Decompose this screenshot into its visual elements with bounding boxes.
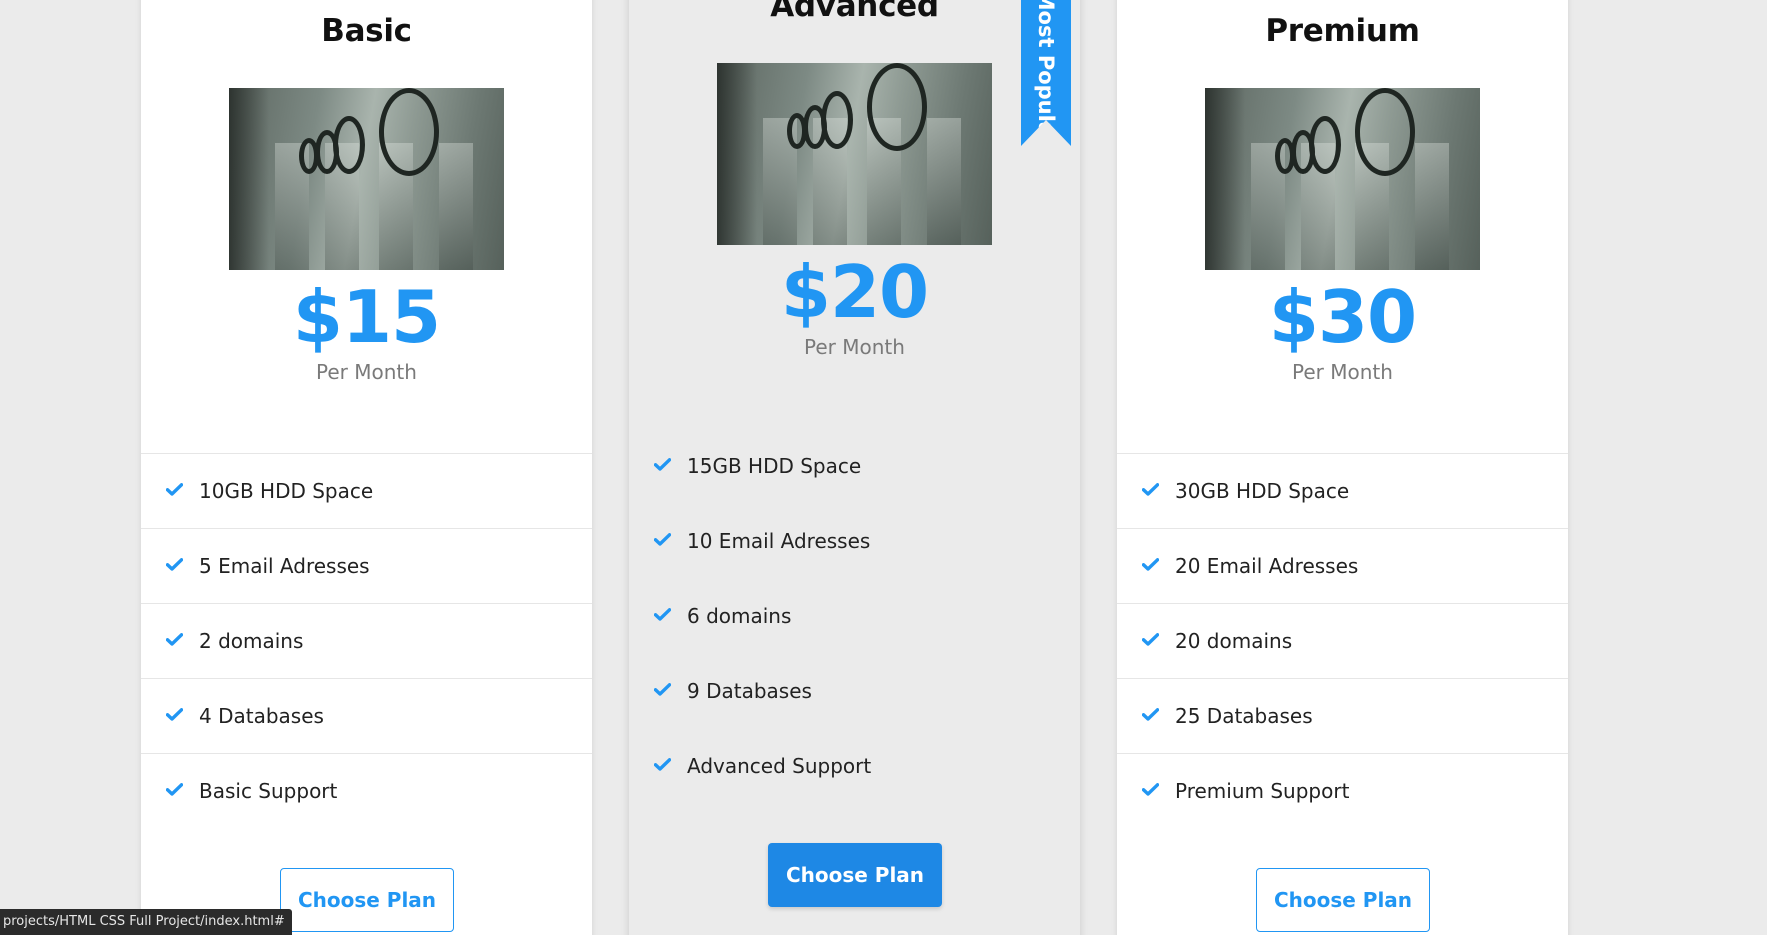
- plan-price: $15: [292, 275, 441, 359]
- feature-label: 10GB HDD Space: [199, 479, 374, 503]
- plan-price: $30: [1268, 275, 1417, 359]
- feature-label: Advanced Support: [687, 753, 872, 778]
- feature-label: Basic Support: [199, 779, 338, 803]
- feature-list: 30GB HDD Space 20 Email Adresses 20 doma…: [1117, 453, 1568, 828]
- status-bar-url: projects/HTML CSS Full Project/index.htm…: [0, 909, 292, 935]
- check-icon: [1142, 783, 1159, 796]
- plan-period: Per Month: [316, 360, 417, 384]
- plan-card-advanced: Most Popular Advanced $20 Per Month 15GB…: [629, 0, 1080, 935]
- pricing-section: Basic $15 Per Month 10GB HDD Space 5 Ema…: [0, 0, 1767, 935]
- feature-item: 30GB HDD Space: [1117, 453, 1568, 528]
- choose-plan-button[interactable]: Choose Plan: [1256, 868, 1430, 932]
- plan-period: Per Month: [804, 335, 905, 359]
- choose-plan-button[interactable]: Choose Plan: [280, 868, 454, 932]
- feature-label: Premium Support: [1175, 779, 1350, 803]
- feature-label: 30GB HDD Space: [1175, 479, 1350, 503]
- feature-item: 15GB HDD Space: [629, 428, 1080, 503]
- feature-item: 9 Databases: [629, 653, 1080, 728]
- feature-item: Basic Support: [141, 753, 592, 828]
- feature-item: 25 Databases: [1117, 678, 1568, 753]
- check-icon: [654, 682, 671, 696]
- plan-image: [1205, 88, 1480, 270]
- feature-label: 9 Databases: [687, 678, 812, 703]
- check-icon: [166, 483, 183, 496]
- check-icon: [1142, 483, 1159, 496]
- plan-card-basic: Basic $15 Per Month 10GB HDD Space 5 Ema…: [141, 0, 592, 935]
- check-icon: [654, 757, 671, 771]
- feature-item: 20 Email Adresses: [1117, 528, 1568, 603]
- plan-title: Basic: [321, 13, 412, 49]
- feature-label: 25 Databases: [1175, 704, 1313, 728]
- check-icon: [166, 783, 183, 796]
- feature-list: 10GB HDD Space 5 Email Adresses 2 domain…: [141, 453, 592, 828]
- feature-label: 15GB HDD Space: [687, 453, 862, 478]
- check-icon: [654, 457, 671, 471]
- feature-item: 2 domains: [141, 603, 592, 678]
- feature-item: Advanced Support: [629, 728, 1080, 803]
- check-icon: [166, 708, 183, 721]
- plan-image: [717, 63, 992, 245]
- feature-list: 15GB HDD Space 10 Email Adresses 6 domai…: [629, 428, 1080, 803]
- feature-label: 10 Email Adresses: [687, 528, 871, 553]
- plan-card-premium: Premium $30 Per Month 30GB HDD Space 20 …: [1117, 0, 1568, 935]
- feature-item: 4 Databases: [141, 678, 592, 753]
- feature-label: 6 domains: [687, 603, 792, 628]
- feature-item: 10 Email Adresses: [629, 503, 1080, 578]
- feature-item: 10GB HDD Space: [141, 453, 592, 528]
- plan-period: Per Month: [1292, 360, 1393, 384]
- feature-label: 5 Email Adresses: [199, 554, 370, 578]
- feature-item: 6 domains: [629, 578, 1080, 653]
- feature-label: 20 Email Adresses: [1175, 554, 1359, 578]
- feature-item: Premium Support: [1117, 753, 1568, 828]
- plan-title: Advanced: [770, 0, 939, 24]
- feature-label: 2 domains: [199, 629, 304, 653]
- check-icon: [166, 558, 183, 571]
- check-icon: [654, 532, 671, 546]
- feature-label: 20 domains: [1175, 629, 1293, 653]
- check-icon: [166, 633, 183, 646]
- plan-title: Premium: [1265, 13, 1420, 49]
- check-icon: [654, 607, 671, 621]
- check-icon: [1142, 558, 1159, 571]
- plan-price: $20: [780, 250, 929, 334]
- feature-label: 4 Databases: [199, 704, 324, 728]
- check-icon: [1142, 708, 1159, 721]
- check-icon: [1142, 633, 1159, 646]
- feature-item: 20 domains: [1117, 603, 1568, 678]
- choose-plan-button[interactable]: Choose Plan: [768, 843, 942, 907]
- feature-item: 5 Email Adresses: [141, 528, 592, 603]
- plan-image: [229, 88, 504, 270]
